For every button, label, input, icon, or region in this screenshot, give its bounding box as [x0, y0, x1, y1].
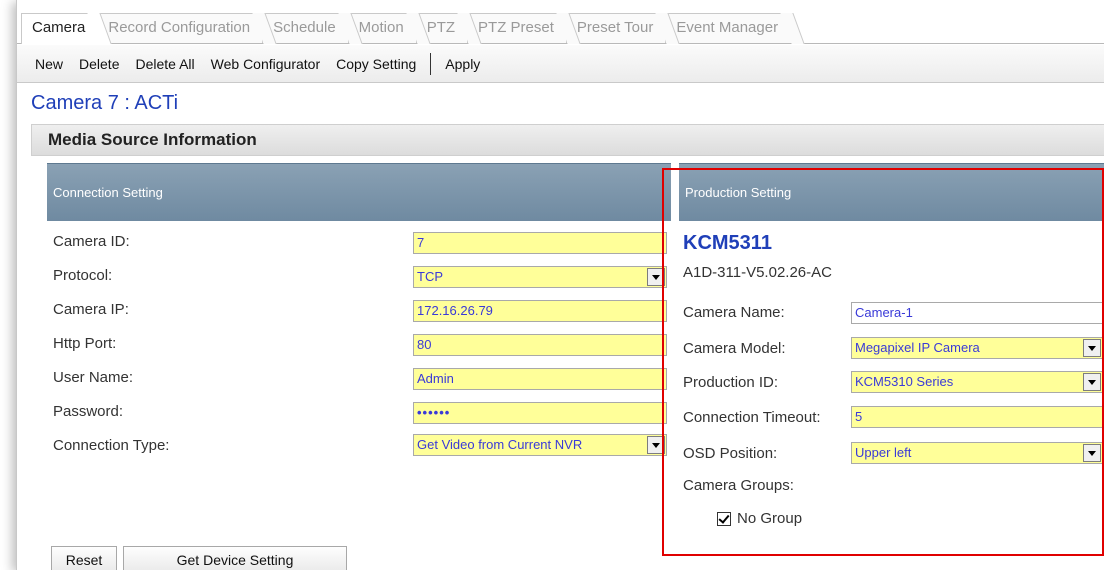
camera-groups-label: Camera Groups: [683, 477, 794, 494]
connection-type-select[interactable]: Get Video from Current NVR [413, 434, 667, 456]
get-device-setting-button[interactable]: Get Device Setting [123, 546, 347, 570]
tab-label: PTZ Preset [478, 19, 554, 36]
chevron-down-icon[interactable] [647, 436, 665, 454]
connection-type-value: Get Video from Current NVR [417, 437, 583, 452]
tab-camera[interactable]: Camera [21, 13, 100, 44]
web-configurator-button[interactable]: Web Configurator [203, 56, 328, 72]
camera-name-field[interactable]: Camera-1 [851, 302, 1103, 324]
http-port-field[interactable]: 80 [413, 334, 667, 356]
protocol-value: TCP [417, 269, 443, 284]
tab-label: Schedule [273, 19, 336, 36]
connection-timeout-label: Connection Timeout: [683, 409, 821, 426]
tab-event-manager[interactable]: Event Manager [665, 13, 793, 43]
firmware-version: A1D-311-V5.02.26-AC [683, 264, 832, 281]
user-name-label: User Name: [53, 369, 134, 386]
camera-model-label: Camera Model: [683, 340, 786, 357]
user-name-field[interactable]: Admin [413, 368, 667, 390]
production-id-value: KCM5310 Series [855, 374, 954, 389]
tab-record-configuration[interactable]: Record Configuration [97, 13, 265, 43]
chevron-down-icon[interactable] [647, 268, 665, 286]
delete-all-button[interactable]: Delete All [127, 56, 202, 72]
production-id-label: Production ID: [683, 374, 779, 391]
reset-button[interactable]: Reset [51, 546, 117, 570]
no-group-label: No Group [737, 510, 803, 527]
no-group-checkbox[interactable] [717, 512, 731, 526]
main-window: Camera Record Configuration Schedule Mot… [16, 0, 1104, 570]
camera-name-label: Camera Name: [683, 304, 785, 321]
production-id-select[interactable]: KCM5310 Series [851, 371, 1103, 393]
toolbar: New Delete Delete All Web Configurator C… [17, 45, 1104, 83]
chevron-down-icon[interactable] [1083, 339, 1101, 357]
tab-label: Event Manager [676, 19, 779, 36]
tab-ptz-preset[interactable]: PTZ Preset [467, 13, 568, 43]
copy-setting-button[interactable]: Copy Setting [328, 56, 424, 72]
connection-type-label: Connection Type: [53, 437, 170, 454]
camera-id-field[interactable]: 7 [413, 232, 667, 254]
section-title: Media Source Information [31, 124, 1104, 156]
camera-title: Camera 7 : ACTi [31, 92, 179, 114]
tab-label: Preset Tour [576, 19, 654, 36]
http-port-label: Http Port: [53, 335, 117, 352]
camera-model-value: Megapixel IP Camera [855, 340, 980, 355]
protocol-label: Protocol: [53, 267, 113, 284]
connection-timeout-field[interactable]: 5 [851, 406, 1103, 428]
camera-id-label: Camera ID: [53, 233, 130, 250]
camera-ip-label: Camera IP: [53, 301, 129, 318]
tab-label: Camera [32, 19, 86, 36]
new-button[interactable]: New [27, 56, 71, 72]
osd-position-label: OSD Position: [683, 445, 778, 462]
tab-label: Record Configuration [108, 19, 251, 36]
password-label: Password: [53, 403, 124, 420]
chevron-down-icon[interactable] [1083, 373, 1101, 391]
camera-ip-field[interactable]: 172.16.26.79 [413, 300, 667, 322]
camera-model-name: KCM5311 [683, 232, 772, 254]
connection-setting-header: Connection Setting [47, 163, 671, 221]
tab-label: PTZ [426, 19, 456, 36]
production-setting-header: Production Setting [679, 163, 1104, 221]
osd-position-select[interactable]: Upper left [851, 442, 1103, 464]
toolbar-divider [430, 52, 432, 75]
delete-button[interactable]: Delete [71, 56, 127, 72]
tab-schedule[interactable]: Schedule [262, 13, 350, 43]
apply-button[interactable]: Apply [437, 56, 488, 72]
osd-position-value: Upper left [855, 445, 912, 460]
password-field[interactable]: •••••• [413, 402, 667, 424]
tab-preset-tour[interactable]: Preset Tour [565, 13, 668, 43]
camera-model-select[interactable]: Megapixel IP Camera [851, 337, 1103, 359]
tab-label: Motion [358, 19, 404, 36]
chevron-down-icon[interactable] [1083, 444, 1101, 462]
tab-bar: Camera Record Configuration Schedule Mot… [17, 10, 1104, 44]
protocol-select[interactable]: TCP [413, 266, 667, 288]
